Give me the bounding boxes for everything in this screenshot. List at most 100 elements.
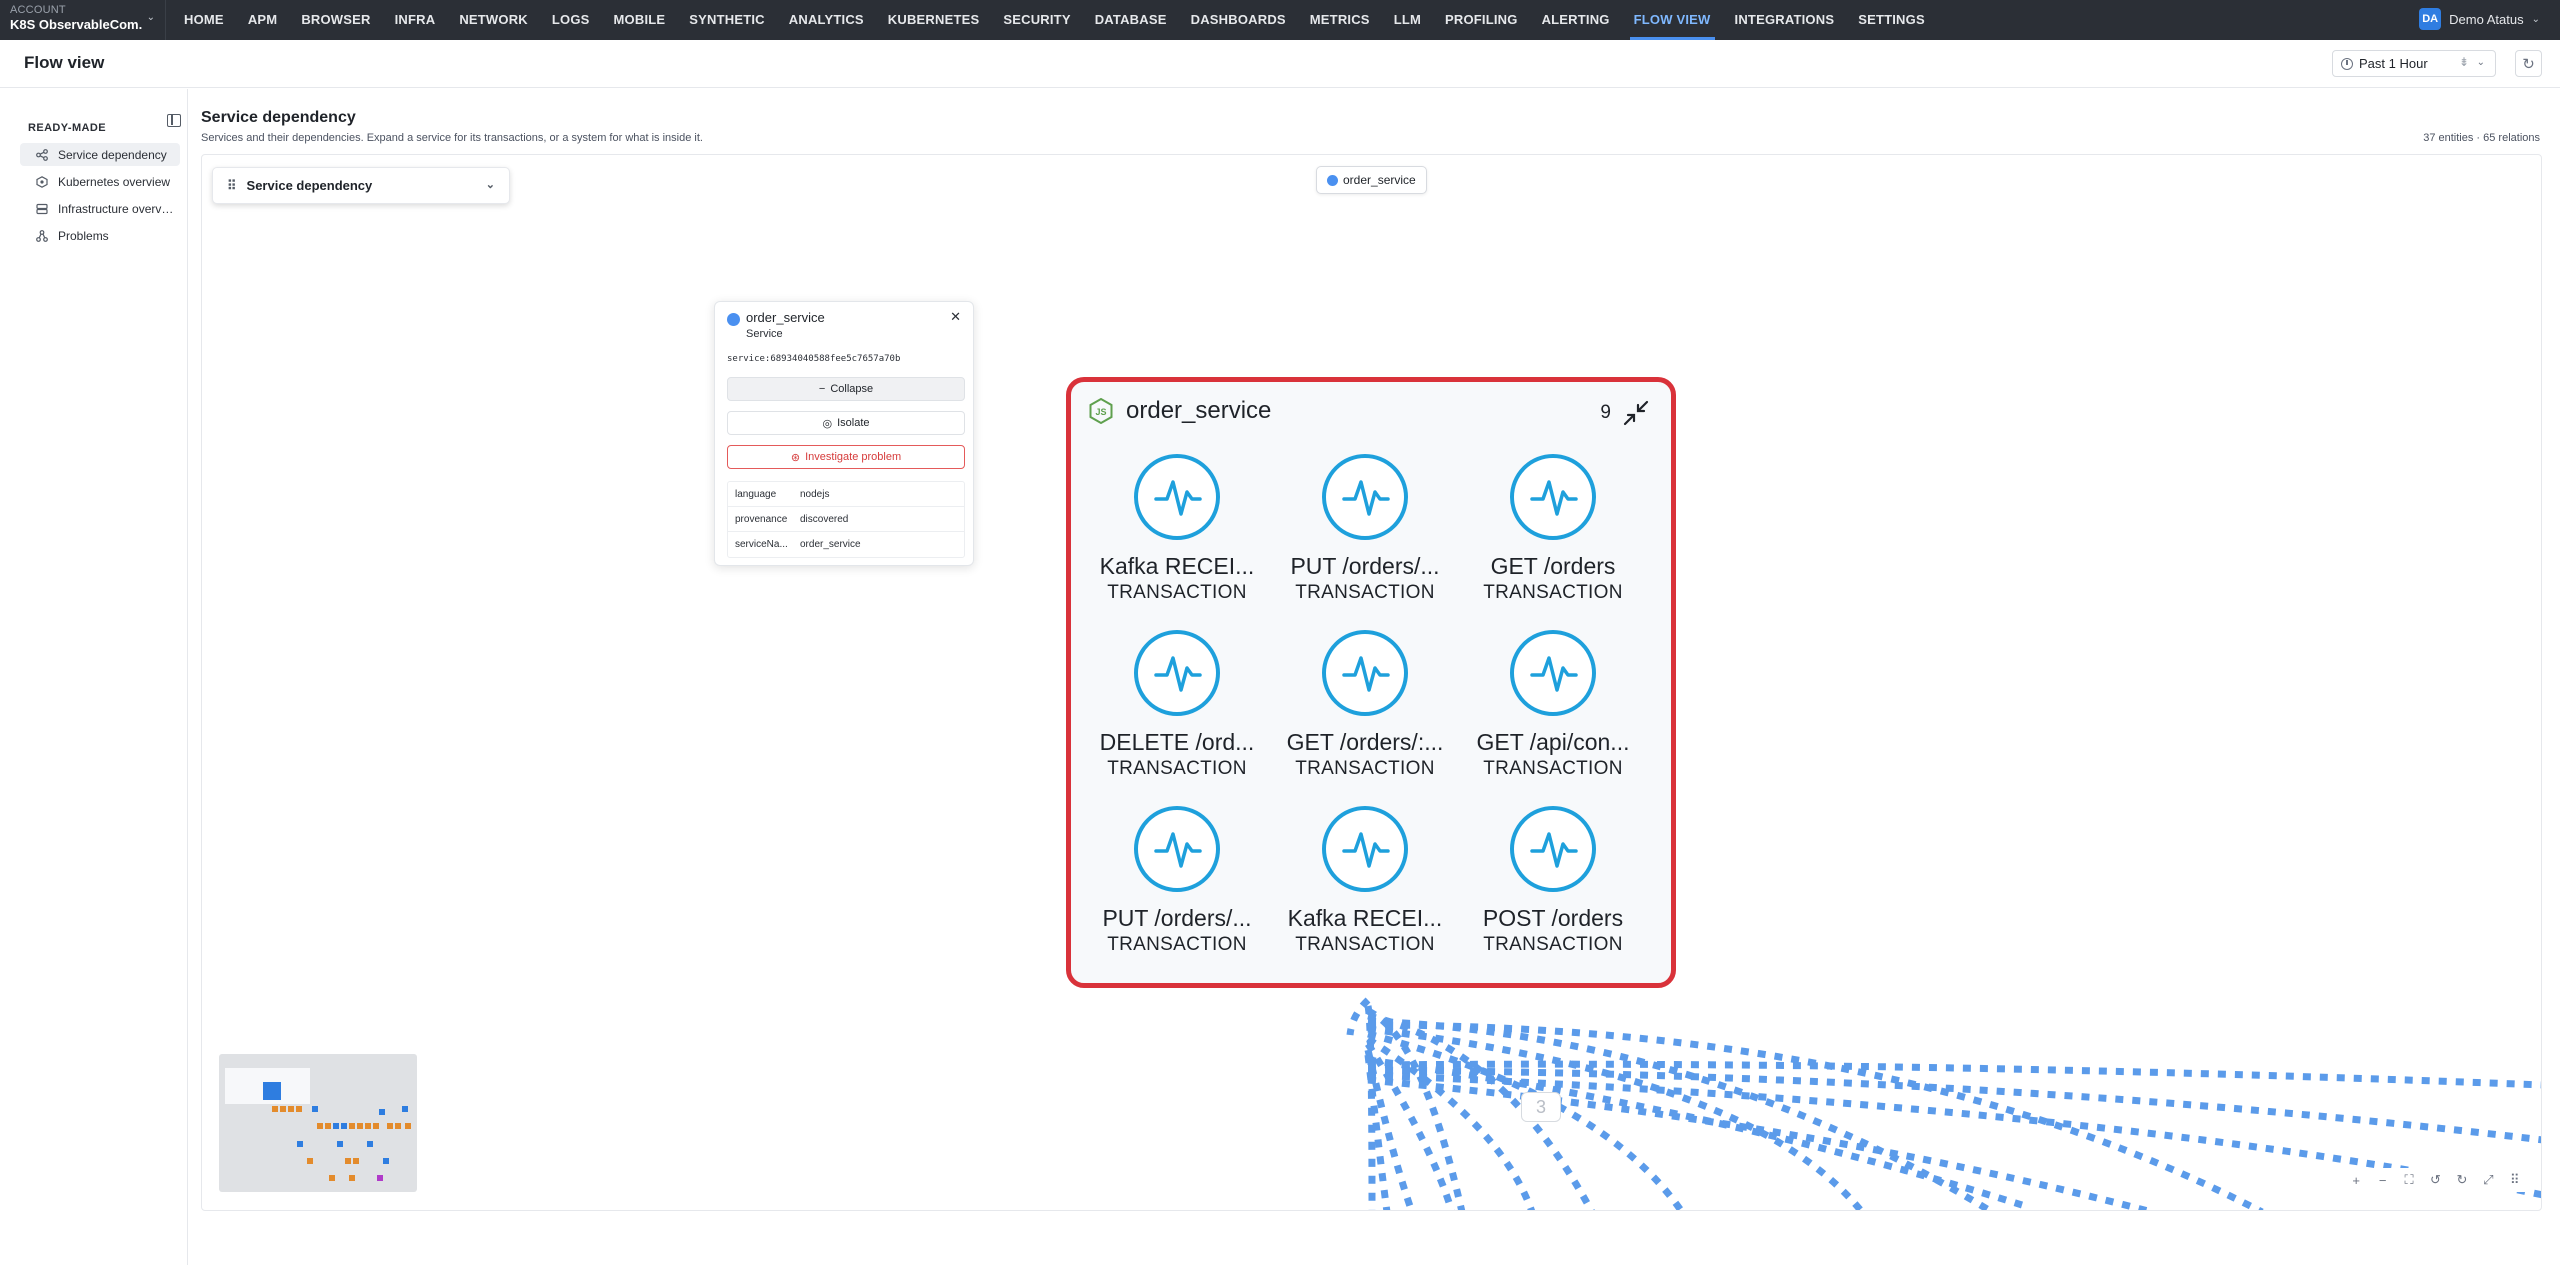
nav-item-llm[interactable]: LLM: [1382, 0, 1433, 40]
nav-item-apm[interactable]: APM: [236, 0, 290, 40]
collapse-button[interactable]: − Collapse: [727, 377, 965, 401]
minimap-node: [341, 1123, 347, 1129]
nav-item-mobile[interactable]: MOBILE: [602, 0, 678, 40]
transaction-node[interactable]: GET /orders TRANSACTION: [1463, 452, 1643, 604]
minimap[interactable]: [219, 1054, 417, 1192]
account-switcher[interactable]: ACCOUNT K8S ObservableCom... ⌄: [0, 0, 166, 40]
nav-item-settings[interactable]: SETTINGS: [1846, 0, 1937, 40]
minimap-node: [373, 1123, 379, 1129]
sidebar-item-kubernetes-overview[interactable]: Kubernetes overview: [20, 170, 180, 193]
sidebar-item-label: Infrastructure overvi...: [58, 201, 174, 216]
zoom-in-icon[interactable]: +: [2346, 1173, 2366, 1188]
top-navigation: ACCOUNT K8S ObservableCom... ⌄ HOME APM BR…: [0, 0, 2560, 40]
server-icon: [36, 203, 48, 215]
transaction-icon: [1510, 630, 1596, 716]
time-range-picker[interactable]: Past 1 Hour ⇟ ⌄: [2332, 50, 2496, 77]
service-group-node[interactable]: JS order_service 9 Kafka RECEI... TRANSAC…: [1066, 377, 1676, 988]
table-row: language nodejs: [728, 482, 964, 507]
transaction-node[interactable]: DELETE /ord... TRANSACTION: [1087, 628, 1267, 780]
nav-item-metrics[interactable]: METRICS: [1298, 0, 1382, 40]
transaction-node[interactable]: PUT /orders/... TRANSACTION: [1275, 452, 1455, 604]
pin-icon[interactable]: ⇟: [2459, 55, 2469, 69]
nav-item-network[interactable]: NETWORK: [447, 0, 540, 40]
nav-item-profiling[interactable]: PROFILING: [1433, 0, 1530, 40]
sidebar-item-service-dependency[interactable]: Service dependency: [20, 143, 180, 166]
minimap-node: [402, 1106, 408, 1112]
nav-item-synthetic[interactable]: SYNTHETIC: [677, 0, 776, 40]
attributes-table: language nodejs provenance discovered se…: [727, 481, 965, 558]
nav-item-analytics[interactable]: ANALYTICS: [777, 0, 876, 40]
nav-item-flow-view[interactable]: FLOW VIEW: [1622, 0, 1723, 40]
problems-icon: [36, 229, 48, 242]
user-menu[interactable]: DA Demo Atatus ⌄: [2419, 8, 2540, 30]
nav-item-security[interactable]: SECURITY: [991, 0, 1082, 40]
transaction-node[interactable]: Kafka RECEI... TRANSACTION: [1275, 804, 1455, 956]
close-icon[interactable]: ✕: [950, 309, 961, 325]
minimap-node: [357, 1123, 363, 1129]
view-selector[interactable]: ⠿ Service dependency ⌄: [212, 167, 510, 204]
nav-item-dashboards[interactable]: DASHBOARDS: [1179, 0, 1298, 40]
transaction-icon: [1134, 806, 1220, 892]
refresh-icon[interactable]: ↻: [2452, 1172, 2472, 1188]
minimap-node: [288, 1106, 294, 1112]
transaction-icon: [1322, 454, 1408, 540]
minimap-node: [367, 1141, 373, 1147]
transaction-node[interactable]: GET /orders/:... TRANSACTION: [1275, 628, 1455, 780]
nav-item-integrations[interactable]: INTEGRATIONS: [1723, 0, 1847, 40]
isolate-button[interactable]: ◎ Isolate: [727, 411, 965, 435]
transaction-node[interactable]: POST /orders TRANSACTION: [1463, 804, 1643, 956]
refresh-icon: ↻: [2522, 55, 2535, 73]
minimap-node: [307, 1158, 313, 1164]
nodejs-icon: JS: [1089, 398, 1113, 424]
zoom-out-icon[interactable]: −: [2373, 1173, 2393, 1188]
transaction-icon: [1510, 806, 1596, 892]
alert-icon: ⊛: [790, 451, 801, 464]
nav-item-kubernetes[interactable]: KUBERNETES: [876, 0, 992, 40]
section-title: Service dependency: [201, 109, 356, 126]
nav-item-home[interactable]: HOME: [172, 0, 236, 40]
transaction-type: TRANSACTION: [1107, 582, 1247, 603]
minimap-node: [387, 1123, 393, 1129]
nav-item-browser[interactable]: BROWSER: [289, 0, 382, 40]
service-icon: [727, 313, 740, 326]
nav-item-infra[interactable]: INFRA: [383, 0, 448, 40]
fullscreen-icon[interactable]: ⤢: [2478, 1172, 2498, 1188]
chevron-down-icon: ⌄: [485, 179, 495, 191]
focus-breadcrumb-label: order_service: [1343, 173, 1416, 187]
transaction-node[interactable]: GET /api/con... TRANSACTION: [1463, 628, 1643, 780]
table-row: provenance discovered: [728, 507, 964, 532]
edge: [1346, 997, 1371, 1036]
minimap-node: [297, 1141, 303, 1147]
page-title: Flow view: [24, 53, 105, 72]
sidebar-item-infrastructure-overview[interactable]: Infrastructure overvi...: [20, 197, 180, 220]
transaction-node[interactable]: PUT /orders/... TRANSACTION: [1087, 804, 1267, 956]
grid-icon[interactable]: ⠿: [2505, 1172, 2525, 1188]
minimap-node: [345, 1158, 351, 1164]
transaction-name: PUT /orders/...: [1102, 905, 1252, 931]
sidebar-collapse-icon[interactable]: [167, 114, 181, 127]
attribute-value: order_service: [800, 539, 861, 550]
refresh-button[interactable]: ↻: [2515, 50, 2542, 77]
transaction-type: TRANSACTION: [1295, 582, 1435, 603]
sidebar-item-label: Kubernetes overview: [58, 174, 171, 189]
nav-item-alerting[interactable]: ALERTING: [1530, 0, 1622, 40]
target-icon: ◎: [822, 417, 833, 430]
investigate-problem-button[interactable]: ⊛ Investigate problem: [727, 445, 965, 469]
svg-text:JS: JS: [1095, 407, 1106, 417]
minimap-node: [325, 1123, 331, 1129]
transaction-icon: [1510, 454, 1596, 540]
transaction-node[interactable]: Kafka RECEI... TRANSACTION: [1087, 452, 1267, 604]
sidebar: READY-MADE Service dependency Kubernetes…: [0, 89, 188, 1265]
focus-breadcrumb[interactable]: order_service: [1316, 166, 1427, 194]
clock-icon: [2341, 57, 2353, 70]
edge-count-label: 3: [1521, 1092, 1561, 1122]
nav-item-database[interactable]: DATABASE: [1083, 0, 1179, 40]
reset-icon[interactable]: ↺: [2425, 1172, 2445, 1188]
attribute-key: serviceNa...: [735, 539, 788, 550]
collapse-icon[interactable]: [1623, 400, 1649, 426]
sidebar-item-problems[interactable]: Problems: [20, 224, 180, 247]
transaction-type: TRANSACTION: [1483, 758, 1623, 779]
fit-view-icon[interactable]: ⛶: [2399, 1172, 2419, 1188]
minimap-node: [317, 1123, 323, 1129]
nav-item-logs[interactable]: LOGS: [540, 0, 602, 40]
